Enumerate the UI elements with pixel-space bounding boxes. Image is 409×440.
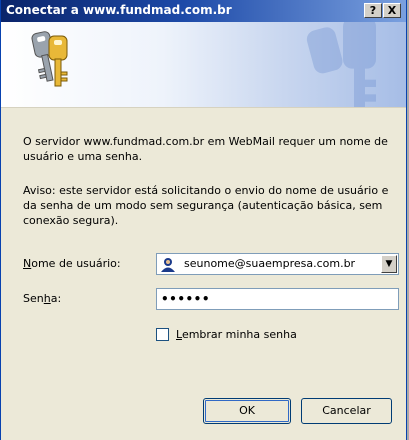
dialog-title: Conectar a www.fundmad.com.br (6, 3, 232, 17)
password-label-prefix: Sen (23, 292, 44, 305)
banner (1, 22, 406, 108)
username-label-accesskey: N (23, 257, 32, 270)
password-label: Senha: (23, 292, 61, 305)
title-bar[interactable]: Conectar a www.fundmad.com.br ? X (1, 0, 406, 22)
password-field[interactable]: •••••• (156, 288, 399, 310)
cancel-button[interactable]: Cancelar (301, 398, 392, 424)
password-label-rest: a: (50, 292, 62, 305)
keys-watermark-icon (306, 22, 376, 107)
username-combobox[interactable]: seunome@suaempresa.com.br ▼ (156, 253, 399, 275)
username-label-text: ome de usuário: (31, 257, 121, 270)
server-message: O servidor www.fundmad.com.br em WebMail… (23, 135, 388, 163)
security-warning: Aviso: este servidor está solicitando o … (23, 184, 389, 227)
dropdown-arrow-icon[interactable]: ▼ (381, 255, 397, 273)
remember-password-checkbox[interactable] (156, 328, 169, 341)
keys-icon (31, 31, 68, 87)
help-button[interactable]: ? (364, 3, 382, 18)
username-value: seunome@suaempresa.com.br (184, 257, 356, 270)
password-label-accesskey: h (43, 292, 51, 305)
user-icon (161, 258, 175, 272)
ok-button[interactable]: OK (203, 398, 291, 424)
login-dialog: Conectar a www.fundmad.com.br ? X O serv… (0, 0, 407, 440)
username-label: Nome de usuário: (23, 257, 121, 270)
close-button[interactable]: X (383, 3, 401, 18)
remember-label-text: embrar minha senha (181, 328, 297, 341)
remember-password-label[interactable]: Lembrar minha senha (176, 328, 297, 341)
